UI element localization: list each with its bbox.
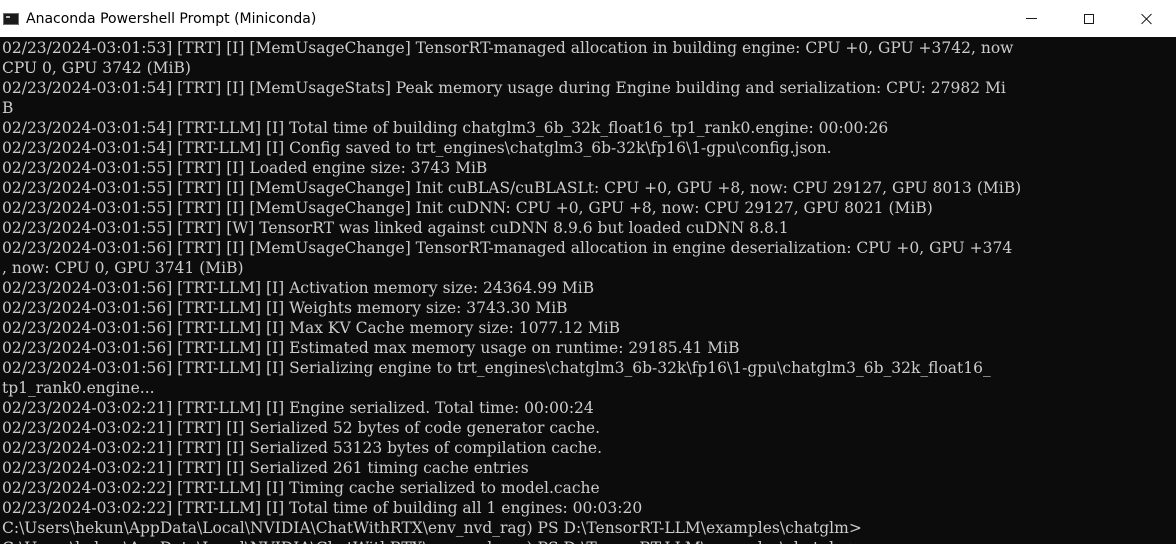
title-bar[interactable]: Anaconda Powershell Prompt (Miniconda) (0, 0, 1176, 37)
console-line: C:\Users\hekun\AppData\Local\NVIDIA\Chat… (2, 519, 862, 537)
close-button[interactable] (1118, 0, 1176, 37)
console-line: 02/23/2024-03:01:54] [TRT-LLM] [I] Total… (2, 119, 889, 137)
terminal-icon (3, 12, 19, 25)
close-icon (1141, 13, 1153, 25)
console-line: tp1_rank0.engine... (2, 379, 155, 397)
console-line: 02/23/2024-03:02:21] [TRT] [I] Serialize… (2, 419, 601, 437)
minimize-button[interactable] (1002, 0, 1060, 37)
console-line: 02/23/2024-03:01:56] [TRT-LLM] [I] Estim… (2, 339, 740, 357)
console-line: 02/23/2024-03:01:56] [TRT-LLM] [I] Seria… (2, 359, 991, 377)
console-line: 02/23/2024-03:02:21] [TRT] [I] Serialize… (2, 439, 602, 457)
console-line: 02/23/2024-03:01:56] [TRT] [I] [MemUsage… (2, 239, 1013, 257)
console-line: 02/23/2024-03:01:54] [TRT-LLM] [I] Confi… (2, 139, 832, 157)
console-line: C:\Users\hekun\AppData\Local\NVIDIA\Chat… (2, 538, 1176, 544)
console-output[interactable]: 02/23/2024-03:01:53] [TRT] [I] [MemUsage… (0, 37, 1176, 544)
minimize-icon (1025, 18, 1037, 19)
maximize-icon (1084, 13, 1094, 24)
console-line: 02/23/2024-03:01:55] [TRT] [W] TensorRT … (2, 219, 789, 237)
console-line: 02/23/2024-03:01:56] [TRT-LLM] [I] Weigh… (2, 299, 568, 317)
window-title: Anaconda Powershell Prompt (Miniconda) (26, 10, 317, 27)
console-line: 02/23/2024-03:02:22] [TRT-LLM] [I] Total… (2, 499, 643, 517)
console-line: 02/23/2024-03:01:55] [TRT] [I] Loaded en… (2, 159, 488, 177)
console-line: 02/23/2024-03:01:56] [TRT-LLM] [I] Activ… (2, 279, 595, 297)
console-line: 02/23/2024-03:02:21] [TRT] [I] Serialize… (2, 459, 529, 477)
maximize-button[interactable] (1060, 0, 1118, 37)
window-controls (1002, 0, 1176, 37)
console-line: 02/23/2024-03:02:22] [TRT-LLM] [I] Timin… (2, 479, 600, 497)
console-line: , now: CPU 0, GPU 3741 (MiB) (2, 259, 244, 277)
console-line: B (2, 99, 14, 117)
console-line: 02/23/2024-03:01:54] [TRT] [I] [MemUsage… (2, 79, 1006, 97)
console-line: 02/23/2024-03:01:53] [TRT] [I] [MemUsage… (2, 39, 1014, 57)
console-line: 02/23/2024-03:02:21] [TRT-LLM] [I] Engin… (2, 399, 594, 417)
console-line: CPU 0, GPU 3742 (MiB) (2, 59, 191, 77)
console-line: 02/23/2024-03:01:56] [TRT-LLM] [I] Max K… (2, 319, 621, 337)
console-line: 02/23/2024-03:01:55] [TRT] [I] [MemUsage… (2, 179, 1022, 197)
console-line: 02/23/2024-03:01:55] [TRT] [I] [MemUsage… (2, 199, 933, 217)
powershell-window: Anaconda Powershell Prompt (Miniconda) 0… (0, 0, 1176, 544)
